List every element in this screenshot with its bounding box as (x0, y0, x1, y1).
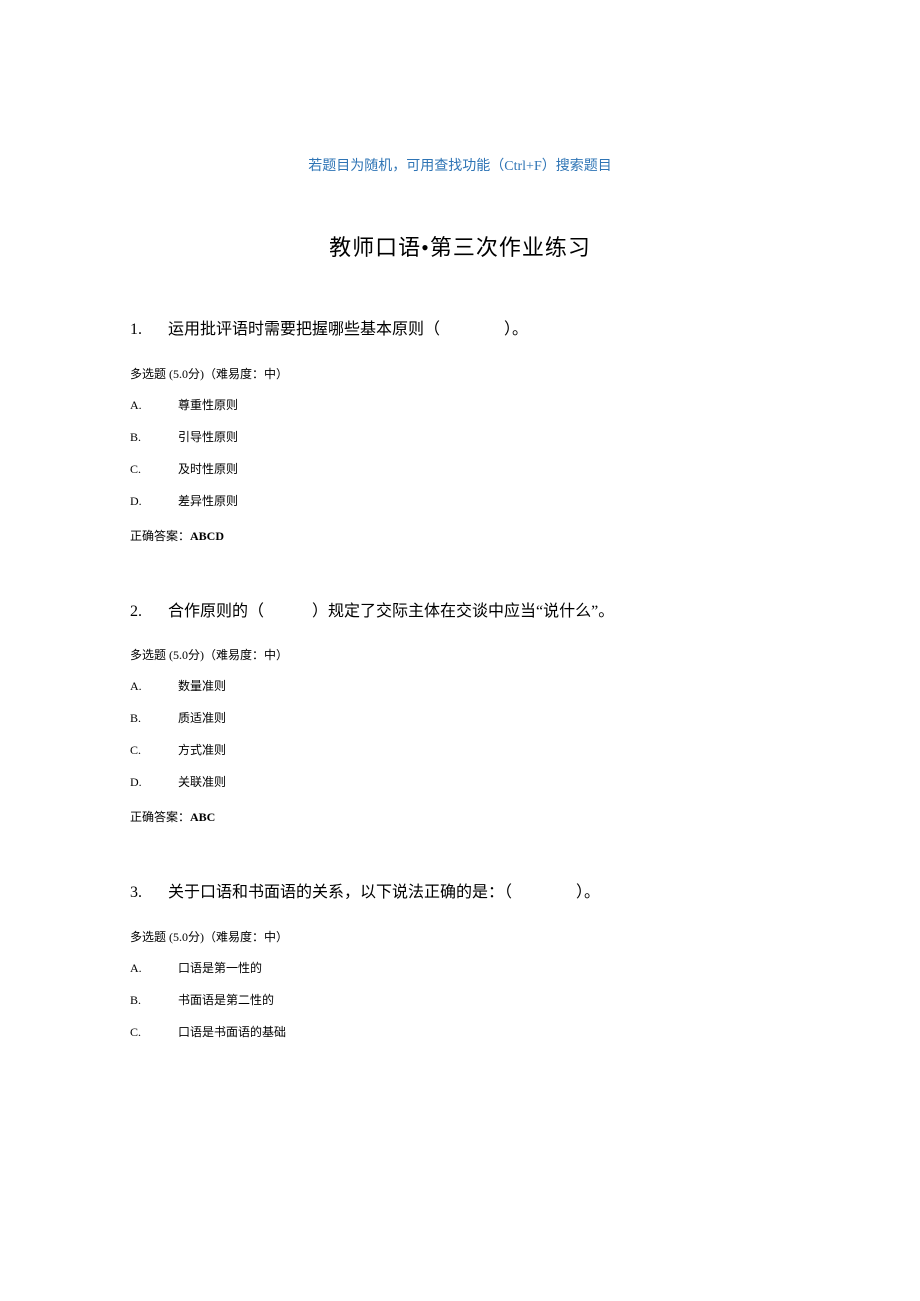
question-meta: 多选题 (5.0分)（难易度：中） (130, 928, 790, 945)
question-number: 2. (130, 599, 168, 625)
question-number: 3. (130, 880, 168, 906)
answer-line: 正确答案：ABC (130, 808, 790, 825)
option-text: 质适准则 (178, 711, 226, 725)
option-text: 方式准则 (178, 743, 226, 757)
option-item: B.书面语是第二性的 (130, 991, 790, 1008)
question-stem: 3.关于口语和书面语的关系，以下说法正确的是：（ ）。 (130, 880, 790, 906)
option-text: 引导性原则 (178, 430, 238, 444)
option-text: 尊重性原则 (178, 398, 238, 412)
option-letter: A. (130, 398, 178, 413)
option-item: A.数量准则 (130, 677, 790, 694)
option-item: C.口语是书面语的基础 (130, 1023, 790, 1040)
option-text: 关联准则 (178, 775, 226, 789)
question-difficulty: （难易度：中） (204, 367, 288, 381)
option-letter: A. (130, 961, 178, 976)
option-item: B.质适准则 (130, 709, 790, 726)
option-item: A.口语是第一性的 (130, 959, 790, 976)
search-hint: 若题目为随机，可用查找功能（Ctrl+F）搜索题目 (130, 155, 790, 175)
option-letter: A. (130, 679, 178, 694)
question-block: 1.运用批评语时需要把握哪些基本原则（ ）。 多选题 (5.0分)（难易度：中）… (130, 317, 790, 544)
question-text: 合作原则的（ ）规定了交际主体在交谈中应当“说什么”。 (168, 603, 614, 620)
page-title: 教师口语•第三次作业练习 (130, 230, 790, 262)
question-number: 1. (130, 317, 168, 343)
option-text: 口语是书面语的基础 (178, 1025, 286, 1039)
option-text: 及时性原则 (178, 462, 238, 476)
option-item: B.引导性原则 (130, 428, 790, 445)
question-meta: 多选题 (5.0分)（难易度：中） (130, 365, 790, 382)
option-text: 差异性原则 (178, 494, 238, 508)
question-meta: 多选题 (5.0分)（难易度：中） (130, 646, 790, 663)
question-stem: 2.合作原则的（ ）规定了交际主体在交谈中应当“说什么”。 (130, 599, 790, 625)
options-list: A.数量准则 B.质适准则 C.方式准则 D.关联准则 (130, 677, 790, 790)
question-stem: 1.运用批评语时需要把握哪些基本原则（ ）。 (130, 317, 790, 343)
option-text: 口语是第一性的 (178, 961, 262, 975)
question-type: 多选题 (5.0分) (130, 648, 204, 662)
answer-value: ABCD (190, 529, 224, 543)
option-text: 书面语是第二性的 (178, 993, 274, 1007)
question-block: 3.关于口语和书面语的关系，以下说法正确的是：（ ）。 多选题 (5.0分)（难… (130, 880, 790, 1040)
answer-value: ABC (190, 810, 215, 824)
options-list: A.尊重性原则 B.引导性原则 C.及时性原则 D.差异性原则 (130, 396, 790, 509)
answer-label: 正确答案： (130, 810, 190, 824)
answer-line: 正确答案：ABCD (130, 527, 790, 544)
option-item: D.差异性原则 (130, 492, 790, 509)
option-item: C.及时性原则 (130, 460, 790, 477)
option-item: A.尊重性原则 (130, 396, 790, 413)
question-block: 2.合作原则的（ ）规定了交际主体在交谈中应当“说什么”。 多选题 (5.0分)… (130, 599, 790, 826)
question-difficulty: （难易度：中） (204, 648, 288, 662)
option-letter: C. (130, 1025, 178, 1040)
option-letter: C. (130, 462, 178, 477)
option-letter: D. (130, 494, 178, 509)
question-type: 多选题 (5.0分) (130, 930, 204, 944)
question-text: 运用批评语时需要把握哪些基本原则（ ）。 (168, 321, 528, 338)
option-item: D.关联准则 (130, 773, 790, 790)
option-letter: B. (130, 711, 178, 726)
option-text: 数量准则 (178, 679, 226, 693)
option-letter: D. (130, 775, 178, 790)
answer-label: 正确答案： (130, 529, 190, 543)
option-letter: B. (130, 430, 178, 445)
option-letter: C. (130, 743, 178, 758)
option-letter: B. (130, 993, 178, 1008)
question-type: 多选题 (5.0分) (130, 367, 204, 381)
question-text: 关于口语和书面语的关系，以下说法正确的是：（ ）。 (168, 884, 600, 901)
question-difficulty: （难易度：中） (204, 930, 288, 944)
option-item: C.方式准则 (130, 741, 790, 758)
options-list: A.口语是第一性的 B.书面语是第二性的 C.口语是书面语的基础 (130, 959, 790, 1040)
